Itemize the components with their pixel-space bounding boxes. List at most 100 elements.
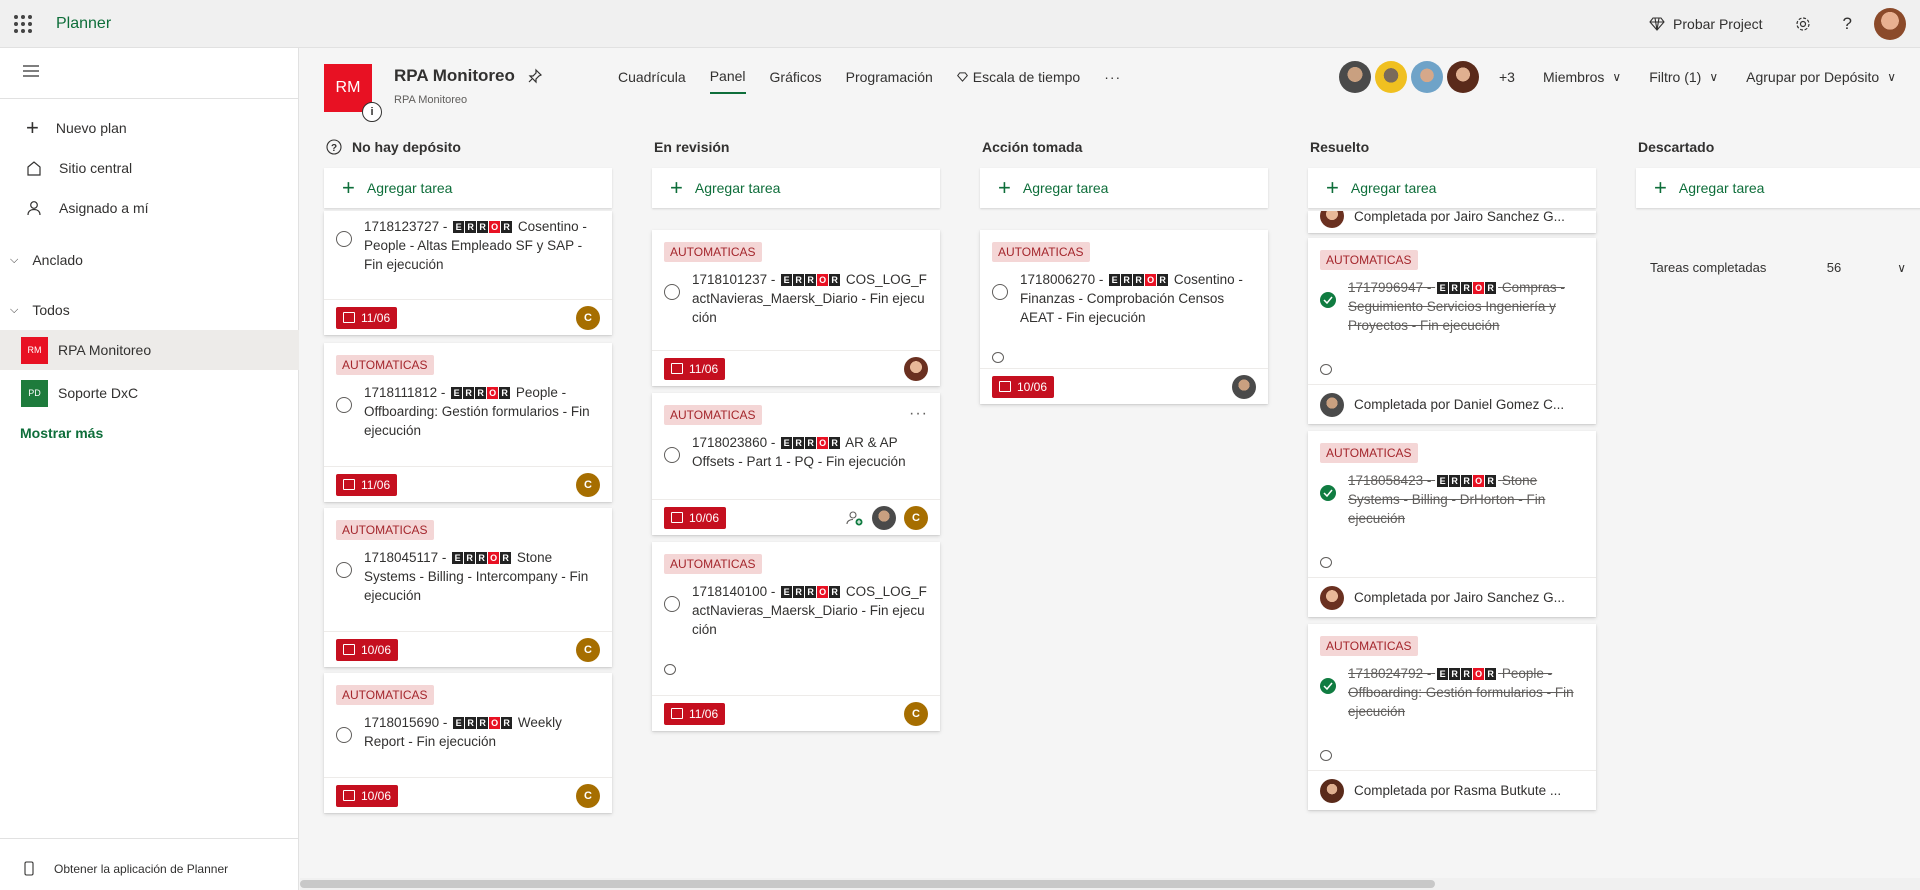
assigned-link[interactable]: Asignado a mí xyxy=(26,200,149,216)
show-more-link[interactable]: Mostrar más xyxy=(20,425,103,441)
task-card[interactable]: AUTOMATICAS ··· 1718023860 - ERROR AR & … xyxy=(652,393,940,535)
try-project-button[interactable]: Probar Project xyxy=(1633,16,1778,32)
add-task-button[interactable]: + Agregar tarea xyxy=(1308,168,1596,208)
extra-members-count[interactable]: +3 xyxy=(1499,69,1515,85)
app-launcher-button[interactable] xyxy=(0,0,46,48)
settings-button[interactable] xyxy=(1779,16,1827,32)
completed-checkmark-icon[interactable] xyxy=(1320,678,1336,694)
assignee-avatar[interactable]: C xyxy=(576,637,600,662)
tab-timeline[interactable]: Escala de tiempo xyxy=(956,68,1080,94)
task-card[interactable]: AUTOMATICAS 1718058423 - ERROR Stone Sys… xyxy=(1308,431,1596,617)
help-button[interactable]: ? xyxy=(1827,14,1868,34)
task-card[interactable]: Completada por Jairo Sanchez G... xyxy=(1308,211,1596,233)
completed-by-label: Completada por Rasma Butkute ... xyxy=(1354,783,1562,798)
error-badge: ERROR xyxy=(451,387,511,400)
waffle-icon xyxy=(14,14,32,33)
completed-tasks-toggle[interactable]: Tareas completadas 56 ∨ xyxy=(1650,260,1920,275)
hub-link[interactable]: Sitio central xyxy=(26,160,132,176)
complete-task-checkbox[interactable] xyxy=(336,562,352,578)
view-tabs: Cuadrícula Panel Gráficos Programación E… xyxy=(618,68,1121,94)
due-date-badge: 11/06 xyxy=(336,473,398,496)
help-icon: ? xyxy=(1842,14,1852,33)
add-task-button[interactable]: + Agregar tarea xyxy=(652,168,940,208)
assignee-avatar[interactable]: C xyxy=(904,701,928,726)
add-task-button[interactable]: + Agregar tarea xyxy=(1636,168,1920,208)
error-badge: ERROR xyxy=(1109,274,1169,287)
task-card[interactable]: 1718123727 - ERROR Cosentino - People - … xyxy=(324,211,612,335)
all-section-toggle[interactable]: ⌵ Todos xyxy=(10,302,70,318)
get-app-label: Obtener la aplicación de Planner xyxy=(54,861,229,876)
assignee-avatar[interactable] xyxy=(1232,374,1256,399)
bucket-title: ? No hay depósito xyxy=(324,134,612,160)
assignee-avatar[interactable] xyxy=(904,356,928,381)
task-card[interactable]: AUTOMATICAS 1718045117 - ERROR Stone Sys… xyxy=(324,508,612,667)
category-label: AUTOMATICAS xyxy=(664,405,762,425)
complete-task-checkbox[interactable] xyxy=(336,727,352,743)
category-label: AUTOMATICAS xyxy=(336,520,434,540)
task-card[interactable]: AUTOMATICAS 1718006270 - ERROR Cosentino… xyxy=(980,230,1268,404)
tab-schedule[interactable]: Programación xyxy=(846,68,933,94)
pin-icon[interactable] xyxy=(527,68,543,84)
category-label: AUTOMATICAS xyxy=(336,355,434,375)
plan-subtitle[interactable]: RPA Monitoreo xyxy=(394,94,543,106)
error-badge: ERROR xyxy=(781,437,841,450)
add-task-button[interactable]: + Agregar tarea xyxy=(980,168,1268,208)
task-card[interactable]: AUTOMATICAS 1717996947 - ERROR Compras -… xyxy=(1308,238,1596,424)
error-badge: ERROR xyxy=(781,586,841,599)
member-avatars[interactable]: +3 xyxy=(1338,61,1515,93)
pinned-section-toggle[interactable]: ⌵ Anclado xyxy=(10,252,83,268)
get-app-link[interactable]: Obtener la aplicación de Planner xyxy=(24,861,228,876)
task-title: 1718024792 - ERROR People - Offboarding:… xyxy=(1348,666,1574,719)
assignee-avatar[interactable]: C xyxy=(576,472,600,497)
error-badge: ERROR xyxy=(452,552,512,565)
complete-task-checkbox[interactable] xyxy=(992,284,1008,300)
error-badge: ERROR xyxy=(453,221,513,234)
completed-checkmark-icon[interactable] xyxy=(1320,292,1336,308)
assignee-avatar[interactable]: C xyxy=(576,783,600,808)
task-title: 1718101237 - ERROR COS_LOG_FactNavieras_… xyxy=(692,272,927,325)
task-card[interactable]: AUTOMATICAS 1718015690 - ERROR Weekly Re… xyxy=(324,673,612,813)
complete-task-checkbox[interactable] xyxy=(664,447,680,463)
more-tabs-button[interactable]: ··· xyxy=(1104,68,1121,94)
horizontal-scrollbar-thumb[interactable] xyxy=(300,880,1435,888)
task-card[interactable]: AUTOMATICAS 1718024792 - ERROR People - … xyxy=(1308,624,1596,810)
complete-task-checkbox[interactable] xyxy=(336,397,352,413)
completed-checkmark-icon[interactable] xyxy=(1320,485,1336,501)
task-card[interactable]: AUTOMATICAS 1718140100 - ERROR COS_LOG_F… xyxy=(652,542,940,731)
assignee-avatar[interactable]: C xyxy=(576,305,600,330)
bucket-discarded: Descartado + Agregar tarea xyxy=(1636,134,1920,208)
assignee-avatar[interactable]: C xyxy=(904,505,928,530)
tab-board[interactable]: Panel xyxy=(709,68,746,94)
profile-avatar[interactable] xyxy=(1874,8,1906,40)
complete-task-checkbox[interactable] xyxy=(664,596,680,612)
new-plan-link[interactable]: + Nuevo plan xyxy=(26,117,127,139)
category-label: AUTOMATICAS xyxy=(664,554,762,574)
filter-button[interactable]: Filtro (1) ∨ xyxy=(1649,69,1718,85)
members-button[interactable]: Miembros ∨ xyxy=(1543,69,1621,85)
tab-charts[interactable]: Gráficos xyxy=(770,68,822,94)
calendar-icon xyxy=(671,363,683,374)
plan-logo[interactable]: RM i xyxy=(324,64,382,122)
complete-task-checkbox[interactable] xyxy=(336,231,352,247)
task-title: 1718045117 - ERROR Stone Systems - Billi… xyxy=(364,550,589,603)
assign-person-icon[interactable] xyxy=(846,510,864,526)
sidebar-plan-rpa-monitoreo[interactable]: RM RPA Monitoreo xyxy=(0,330,299,370)
members-label: Miembros xyxy=(1542,69,1605,85)
plan-initials: RM xyxy=(335,79,361,96)
task-card[interactable]: AUTOMATICAS 1718101237 - ERROR COS_LOG_F… xyxy=(652,230,940,386)
assignee-avatar[interactable] xyxy=(872,505,896,530)
add-task-button[interactable]: + Agregar tarea xyxy=(324,168,612,208)
group-by-button[interactable]: Agrupar por Depósito ∨ xyxy=(1746,69,1896,85)
task-title: 1718058423 - ERROR Stone Systems - Billi… xyxy=(1348,473,1546,526)
complete-task-checkbox[interactable] xyxy=(664,284,680,300)
completed-by-avatar xyxy=(1320,585,1344,610)
sidebar-plan-soporte-dxc[interactable]: PD Soporte DxC xyxy=(0,373,299,413)
collapse-nav-button[interactable] xyxy=(22,64,40,81)
due-date-badge: 11/06 xyxy=(664,357,726,380)
info-icon[interactable]: i xyxy=(362,102,382,122)
more-options-button[interactable]: ··· xyxy=(909,405,928,423)
app-name[interactable]: Planner xyxy=(56,15,111,33)
error-badge: ERROR xyxy=(1437,475,1497,488)
tab-grid[interactable]: Cuadrícula xyxy=(618,68,686,94)
task-card[interactable]: AUTOMATICAS 1718111812 - ERROR People - … xyxy=(324,343,612,502)
